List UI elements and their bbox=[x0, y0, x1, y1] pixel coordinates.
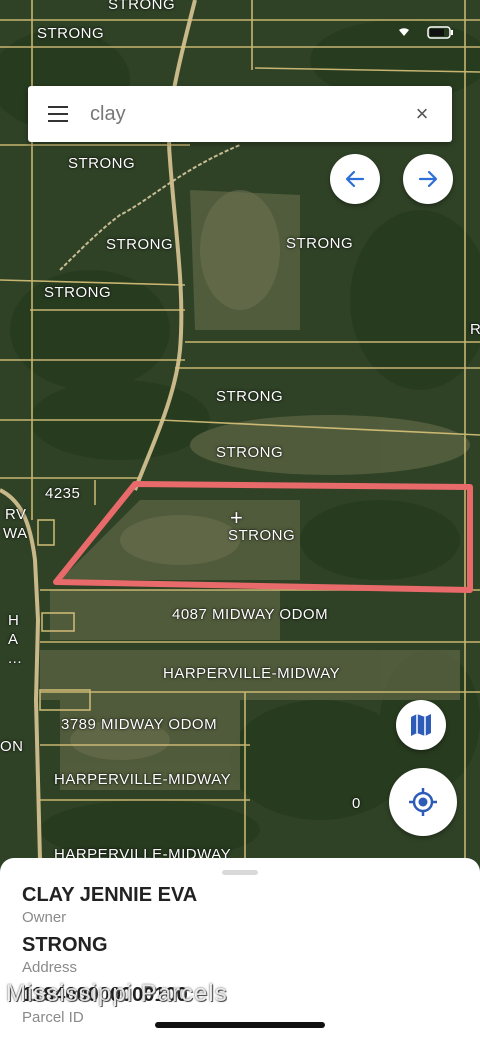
menu-icon[interactable] bbox=[44, 102, 72, 126]
wifi-icon bbox=[399, 28, 409, 36]
road-label: 4087 MIDWAY ODOM bbox=[172, 606, 329, 623]
watermark: Mississippi Parcels bbox=[6, 980, 228, 1007]
parcel-label: WA bbox=[3, 525, 28, 542]
parcel-label: ... bbox=[8, 650, 23, 667]
road-label: HARPERVILLE-MIDWAY bbox=[163, 665, 341, 682]
previous-result-button[interactable] bbox=[330, 154, 380, 204]
parcel-label: 0 bbox=[352, 795, 361, 812]
parcel-label: STRONG bbox=[68, 155, 136, 172]
parcel-label: STRONG bbox=[37, 25, 105, 42]
parcel-label: STRONG bbox=[216, 444, 284, 461]
arrow-right-icon bbox=[418, 170, 438, 188]
road-label: HARPERVILLE-MIDWAY bbox=[54, 771, 232, 788]
address-label: Address bbox=[22, 959, 78, 976]
status-icons bbox=[399, 26, 453, 39]
parcel-label: STRONG bbox=[106, 236, 174, 253]
parcel-id-label: Parcel ID bbox=[22, 1009, 84, 1026]
owner-label: Owner bbox=[22, 909, 67, 926]
sheet-drag-handle[interactable] bbox=[222, 870, 258, 875]
next-result-button[interactable] bbox=[403, 154, 453, 204]
search-bar: × bbox=[28, 86, 452, 142]
map-type-button[interactable] bbox=[396, 700, 446, 750]
my-location-button[interactable] bbox=[389, 768, 457, 836]
owner-value: CLAY JENNIE EVA bbox=[22, 884, 198, 906]
address-number-label: 4235 bbox=[45, 485, 81, 502]
parcel-label: STRONG bbox=[108, 0, 176, 13]
parcel-label: STRONG bbox=[286, 235, 354, 252]
clear-search-icon[interactable]: × bbox=[410, 102, 434, 126]
crosshair-icon bbox=[409, 788, 437, 816]
address-value: STRONG bbox=[22, 934, 108, 956]
road-label: 3789 MIDWAY ODOM bbox=[61, 716, 218, 733]
parcel-label: STRONG bbox=[44, 284, 112, 301]
center-crosshair-marker: + bbox=[230, 505, 244, 530]
parcel-label: A bbox=[8, 631, 19, 648]
parcel-label: STRONG bbox=[216, 388, 284, 405]
arrow-left-icon bbox=[345, 170, 365, 188]
search-input[interactable] bbox=[90, 100, 400, 128]
parcel-label: H bbox=[8, 612, 20, 629]
parcel-details-sheet[interactable]: CLAY JENNIE EVA Owner STRONG Address 118… bbox=[0, 858, 480, 1039]
parcel-label: RV bbox=[5, 506, 27, 523]
parcel-label: ON bbox=[0, 738, 24, 755]
map-icon bbox=[411, 714, 431, 736]
parcel-label: R bbox=[470, 321, 480, 338]
home-indicator[interactable] bbox=[155, 1022, 325, 1028]
